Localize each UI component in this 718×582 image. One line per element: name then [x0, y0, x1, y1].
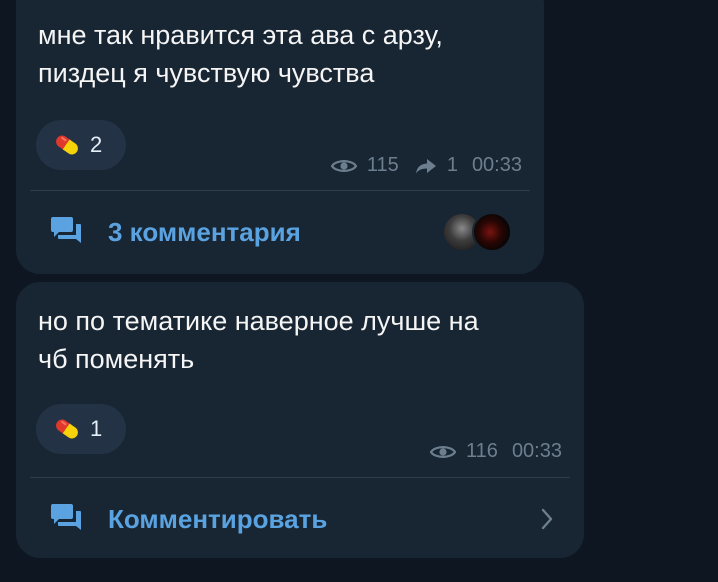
message-time: 00:33 [471, 154, 522, 176]
comment-button[interactable]: Комментировать [50, 499, 554, 539]
forwards-count: 1 [446, 154, 458, 176]
eye-icon [330, 158, 357, 174]
message-meta: 115 1 00:33 [330, 154, 522, 177]
commenter-avatar [472, 212, 512, 252]
message-time: 00:33 [511, 440, 562, 462]
comments-button[interactable]: 3 комментария [50, 212, 514, 252]
pill-icon [52, 133, 82, 157]
message-text: но по тематике наверное лучше на чб поме… [38, 306, 479, 374]
reaction-button[interactable]: 2 [36, 120, 126, 170]
views-count: 116 [466, 440, 498, 462]
reaction-count: 1 [90, 416, 103, 441]
commenter-avatars [442, 212, 514, 252]
pill-icon [52, 417, 82, 441]
comments-label: 3 комментария [108, 216, 301, 247]
channel-feed: мне так нравится эта ава с арзу, пиздец … [0, 0, 718, 582]
comment-label: Комментировать [108, 503, 328, 534]
chevron-right-icon [540, 507, 554, 536]
comments-icon [50, 215, 82, 250]
divider [30, 190, 530, 191]
message-bubble: мне так нравится эта ава с арзу, пиздец … [16, 0, 544, 274]
reaction-count: 2 [90, 132, 103, 157]
forward-arrow-icon [415, 158, 437, 174]
message-meta: 116 00:33 [430, 440, 562, 463]
comments-icon [50, 502, 82, 537]
divider [30, 477, 570, 478]
eye-icon [430, 444, 457, 460]
message-text: мне так нравится эта ава с арзу, пиздец … [38, 20, 443, 88]
reaction-button[interactable]: 1 [36, 404, 126, 454]
message-bubble: но по тематике наверное лучше на чб поме… [16, 282, 584, 558]
views-count: 115 [366, 154, 399, 176]
